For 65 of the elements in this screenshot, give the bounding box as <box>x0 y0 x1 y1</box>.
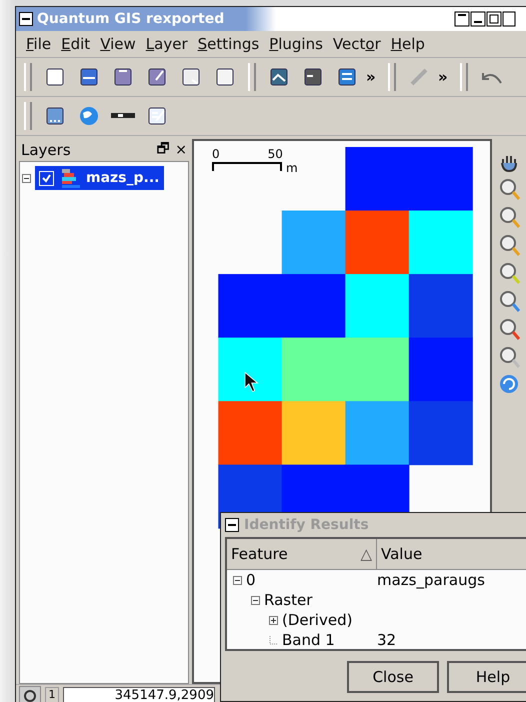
value-text: 32 <box>377 631 398 649</box>
dialog-button[interactable]: Close <box>347 661 439 693</box>
layer-name: mazs_p... <box>86 170 160 186</box>
render-toggle-button[interactable] <box>19 686 41 702</box>
toolbar-handle[interactable] <box>460 63 468 91</box>
raster-layer-icon <box>60 167 80 189</box>
sort-icon: △ <box>360 545 372 563</box>
panel-title: Layers <box>21 141 72 159</box>
close-panel-button[interactable]: × <box>175 142 187 158</box>
window-menu-icon[interactable] <box>19 12 33 26</box>
menu-item[interactable]: View <box>100 35 136 53</box>
feature-text: 0 <box>246 571 256 589</box>
float-panel-button[interactable]: 🗗 <box>156 138 170 162</box>
layer-entry[interactable]: mazs_p... <box>35 166 164 190</box>
menu-item[interactable]: File <box>26 35 52 53</box>
layer-checkbox[interactable] <box>39 170 54 186</box>
value-text: mazs_paraugs <box>377 571 486 589</box>
zoom-full-icon[interactable] <box>498 233 520 257</box>
toolbar-handle[interactable] <box>24 102 32 130</box>
scale-unit: m <box>286 161 298 175</box>
menu-item[interactable]: Edit <box>61 35 90 53</box>
window-menu-icon[interactable] <box>225 518 239 532</box>
toolbar-handle[interactable] <box>24 63 32 91</box>
dialog-title: Identify Results <box>244 517 369 533</box>
pan-hand-icon[interactable] <box>499 153 519 173</box>
feature-text: Band 1 <box>282 631 335 649</box>
overflow-toolbar-button[interactable]: » <box>366 68 380 86</box>
window-controls-icon[interactable] <box>454 11 516 27</box>
zoom-next-icon[interactable] <box>498 345 520 369</box>
menu-item[interactable]: Help <box>390 35 425 53</box>
refresh-icon[interactable] <box>498 373 520 395</box>
feature-text: (Derived) <box>282 611 352 629</box>
column-label: Feature <box>231 545 288 563</box>
overflow-toolbar-button[interactable]: » <box>438 68 452 86</box>
collapse-icon[interactable] <box>22 174 31 182</box>
window-title: Quantum GIS rexported <box>37 11 224 27</box>
zoom-layer-icon[interactable] <box>498 261 520 285</box>
zoom-last-icon[interactable] <box>498 317 520 341</box>
zoom-in-icon[interactable] <box>498 177 520 201</box>
menu-item[interactable]: Settings <box>198 35 260 53</box>
zoom-out-icon[interactable] <box>498 205 520 229</box>
expand-icon[interactable] <box>269 616 278 624</box>
toolbar-handle[interactable] <box>388 63 396 91</box>
scale-bar-icon[interactable] <box>110 111 136 121</box>
tree-line-icon <box>269 636 278 644</box>
save-as-icon[interactable] <box>146 66 168 88</box>
scale-label: 0 <box>212 147 220 161</box>
zoom-selection-icon[interactable] <box>498 289 520 313</box>
feature-text: Raster <box>264 591 312 609</box>
toolbar-handle[interactable] <box>248 63 256 91</box>
dialog-button[interactable]: Help <box>447 661 526 693</box>
scale-field[interactable]: 1 <box>45 687 59 702</box>
scale-label: 50 <box>268 147 283 161</box>
globe-icon[interactable] <box>78 105 100 127</box>
scale-bar-icon <box>212 161 282 171</box>
menu-item[interactable]: Vector <box>332 35 381 53</box>
checkmark-icon <box>42 174 51 182</box>
menu-item[interactable]: Layer <box>146 35 188 53</box>
column-header[interactable]: Feature △ <box>227 539 377 570</box>
menu-item[interactable]: Plugins <box>269 35 323 53</box>
new-file-icon[interactable] <box>44 66 66 88</box>
collapse-icon[interactable] <box>233 576 242 584</box>
coordinates-field[interactable]: 345147.9,2909 <box>63 686 215 702</box>
collapse-icon[interactable] <box>251 596 260 604</box>
column-header[interactable]: Value <box>377 539 526 570</box>
